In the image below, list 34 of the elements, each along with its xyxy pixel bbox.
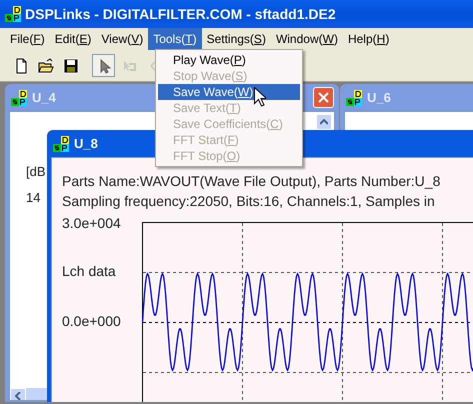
menu-item[interactable]: Edit(E) <box>50 28 96 50</box>
caret-up-icon <box>320 119 328 125</box>
scroll-left-button[interactable] <box>10 388 26 400</box>
channel-label: Lch data <box>62 262 116 280</box>
value-label: [dB <box>26 163 46 181</box>
close-button[interactable] <box>313 87 334 108</box>
window-title: DSPLinks - DIGITALFILTER.COM - sftadd1.DE2 <box>25 4 336 24</box>
menu-item[interactable]: Help(H) <box>342 28 394 50</box>
menu-item[interactable]: Window(W) <box>270 28 343 50</box>
info-text: Parts Name:WAVOUT(Wave File Output), Parts Number:U_8 <box>62 172 442 191</box>
menu-item[interactable]: Settings(S) <box>202 28 271 50</box>
menu-item[interactable]: Play Wave(P) <box>158 52 300 68</box>
menu-item[interactable]: Save Wave(W) <box>158 84 300 100</box>
menu-item[interactable]: View(V) <box>96 28 148 50</box>
window-title: U_4 <box>32 88 56 107</box>
app-icon <box>346 90 362 106</box>
window-title: U_6 <box>367 88 391 107</box>
value-label: 14 <box>26 189 40 207</box>
app-icon <box>11 90 27 106</box>
app-icon <box>5 6 21 22</box>
info-text: Sampling frequency:22050, Bits:16, Channels:1, Samples in <box>62 192 436 211</box>
window-title: U_8 <box>74 134 98 153</box>
open-folder-icon <box>38 58 54 74</box>
pointer-button[interactable] <box>92 54 115 77</box>
mouse-cursor-icon <box>254 87 266 107</box>
axis-label: 3.0e+004 <box>62 214 121 232</box>
caret-left-icon <box>15 392 21 400</box>
scroll-up-button[interactable] <box>316 114 332 130</box>
app-icon <box>53 136 69 152</box>
axis-label: 0.0e+000 <box>62 312 121 330</box>
close-icon <box>318 92 329 103</box>
menu-item[interactable]: Tools(T) <box>148 28 202 50</box>
menu-item[interactable]: File(F) <box>5 28 50 50</box>
tool-icon <box>150 60 157 72</box>
